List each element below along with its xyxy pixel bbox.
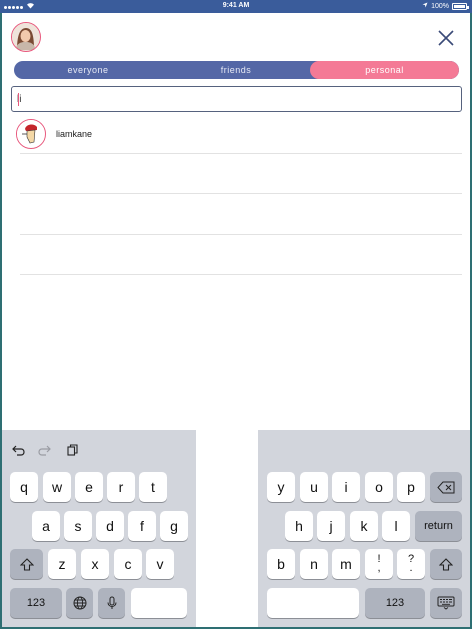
key-b[interactable]: b [267, 549, 295, 579]
status-time: 9:41 AM [222, 2, 250, 9]
key-t[interactable]: t [139, 472, 167, 502]
key-y[interactable]: y [267, 472, 295, 502]
key-g[interactable]: g [160, 511, 188, 541]
key-r[interactable]: r [107, 472, 135, 502]
text-caret [18, 93, 19, 106]
key-u[interactable]: u [300, 472, 328, 502]
result-username: liamkane [56, 129, 93, 139]
microphone-icon [107, 596, 116, 609]
key-a[interactable]: a [32, 511, 60, 541]
search-input[interactable] [12, 87, 461, 111]
shift-icon [439, 557, 453, 571]
row-divider [20, 274, 462, 275]
key-v[interactable]: v [146, 549, 174, 579]
avatar [16, 119, 46, 149]
delete-key[interactable] [430, 472, 462, 502]
tab-personal[interactable]: personal [310, 61, 459, 79]
close-icon [438, 30, 454, 46]
app-window: 9:41 AM 100% everyone friends personal l… [0, 0, 472, 629]
space-key-right[interactable] [267, 588, 359, 618]
globe-icon [73, 596, 86, 610]
numbers-key[interactable]: 123 [10, 588, 62, 618]
keyboard-right-half: y u i o p h j k l return b n m ! , ? . 1… [258, 430, 470, 627]
location-icon [422, 2, 428, 10]
dictation-key[interactable] [98, 588, 125, 618]
key-o[interactable]: o [365, 472, 393, 502]
key-s[interactable]: s [64, 511, 92, 541]
key-h[interactable]: h [285, 511, 313, 541]
hide-keyboard-key[interactable] [430, 588, 462, 618]
status-bar: 9:41 AM 100% [0, 0, 472, 13]
audience-tabs: everyone friends personal [14, 61, 459, 79]
key-n[interactable]: n [300, 549, 328, 579]
tab-friends[interactable]: friends [162, 61, 310, 79]
key-x[interactable]: x [81, 549, 109, 579]
paste-icon[interactable] [64, 442, 80, 458]
key-question-period[interactable]: ? . [397, 549, 425, 579]
key-z[interactable]: z [48, 549, 76, 579]
key-bottom-symbol: , [377, 562, 381, 574]
user-avatar[interactable] [11, 22, 41, 52]
battery-percent: 100% [431, 2, 449, 10]
battery-icon [452, 2, 469, 10]
backspace-icon [437, 481, 455, 493]
return-key[interactable]: return [415, 511, 462, 541]
close-button[interactable] [432, 24, 460, 52]
key-k[interactable]: k [350, 511, 378, 541]
keyboard-dismiss-icon [437, 596, 455, 610]
key-bottom-symbol: . [409, 562, 413, 574]
key-j[interactable]: j [317, 511, 345, 541]
key-d[interactable]: d [96, 511, 124, 541]
key-l[interactable]: l [382, 511, 410, 541]
key-i[interactable]: i [332, 472, 360, 502]
row-divider [20, 234, 462, 235]
battery-area: 100% [422, 2, 469, 10]
search-box [11, 86, 462, 112]
key-exclamation-comma[interactable]: ! , [365, 549, 393, 579]
key-w[interactable]: w [43, 472, 71, 502]
keyboard-left-half: q w e r t a s d f g z x c v 123 [2, 430, 196, 627]
numbers-key-right[interactable]: 123 [365, 588, 425, 618]
key-f[interactable]: f [128, 511, 156, 541]
list-item[interactable]: liamkane [14, 116, 462, 152]
key-c[interactable]: c [114, 549, 142, 579]
key-p[interactable]: p [397, 472, 425, 502]
row-divider [20, 193, 462, 194]
row-divider [20, 153, 462, 154]
redo-icon[interactable] [36, 442, 52, 458]
shift-key[interactable] [10, 549, 43, 579]
key-e[interactable]: e [75, 472, 103, 502]
shift-key-right[interactable] [430, 549, 462, 579]
undo-icon[interactable] [10, 442, 26, 458]
key-m[interactable]: m [332, 549, 360, 579]
shift-icon [19, 557, 34, 571]
globe-key[interactable] [66, 588, 93, 618]
tab-everyone[interactable]: everyone [14, 61, 162, 79]
key-q[interactable]: q [10, 472, 38, 502]
space-key-left[interactable] [131, 588, 187, 618]
